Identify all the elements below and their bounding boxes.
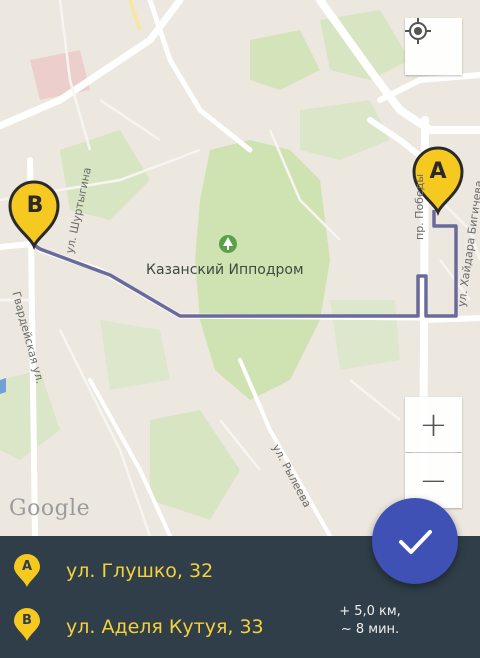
google-logo: Google [9,496,91,521]
street-label: пр. Победы [413,173,426,240]
my-location-icon [405,18,431,44]
park-area [100,320,170,390]
marker-b-icon-label: B [22,613,32,628]
water [0,378,6,394]
marker-a-label: A [429,159,447,184]
map-view[interactable]: B A Казанский Ипподром ул. Шуртыгина пр.… [0,0,480,536]
checkmark-icon [399,530,432,554]
confirm-route-button[interactable] [372,498,458,584]
route-distance-duration: + 5,0 км, ~ 8 мин. [330,603,410,639]
poi-label-hippodrome[interactable]: Казанский Ипподром [146,262,304,278]
park-tree-icon [219,235,237,253]
park-area [330,300,400,370]
from-address: ул. Глушко, 32 [66,560,214,582]
to-address: ул. Аделя Кутуя, 33 [66,616,264,638]
my-location-button[interactable] [405,18,462,75]
marker-b-label: B [26,193,44,218]
marker-a-icon-label: A [21,559,33,574]
route-duration: ~ 8 мин. [340,622,400,637]
zoom-in-button[interactable]: + [405,397,462,452]
route-distance: + 5,0 км, [339,604,401,619]
